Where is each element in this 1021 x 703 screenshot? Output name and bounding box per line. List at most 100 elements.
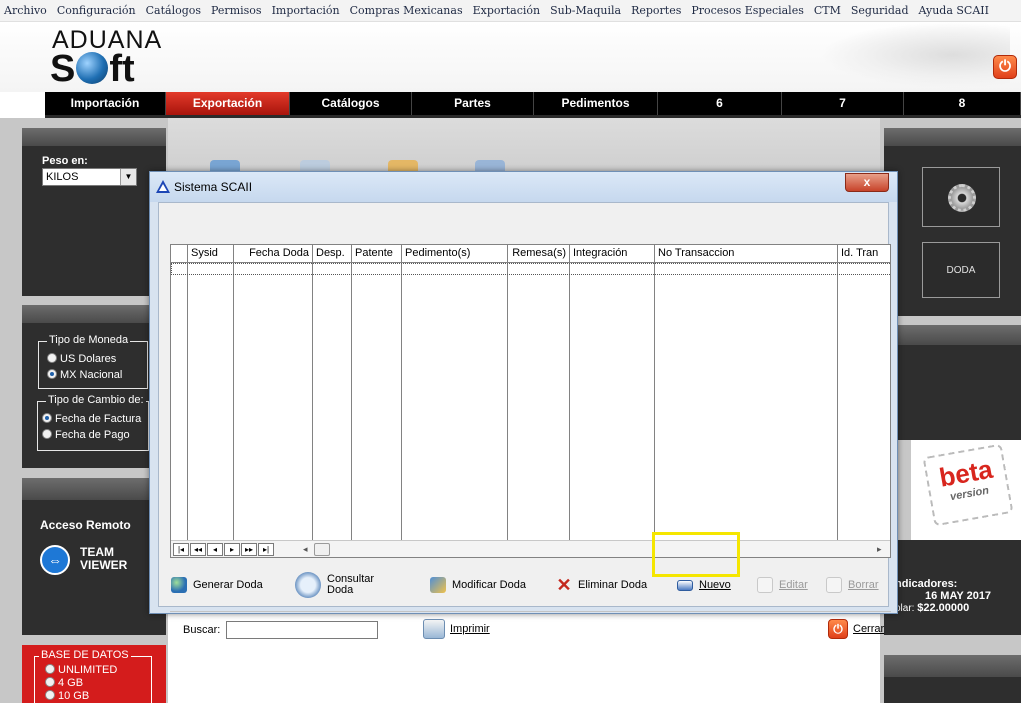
first-record-icon[interactable]: |◂ <box>173 543 189 556</box>
radio-selected-icon[interactable] <box>42 413 52 423</box>
radio-icon[interactable] <box>45 677 55 687</box>
col-integracion[interactable]: Integración <box>570 245 655 263</box>
eliminar-doda-button[interactable]: ✕ Eliminar Doda <box>556 568 647 602</box>
col-pedimentos[interactable]: Pedimento(s) <box>402 245 508 263</box>
col-id-tran[interactable]: Id. Tran <box>838 245 890 263</box>
right-block-4 <box>884 677 1021 703</box>
menu-ctm[interactable]: CTM <box>814 4 841 17</box>
menu-catalogos[interactable]: Catálogos <box>146 4 201 17</box>
modificar-doda-button[interactable]: Modificar Doda <box>430 568 526 602</box>
menu-exportacion[interactable]: Exportación <box>473 4 541 17</box>
radio-db-4gb[interactable]: 4 GB <box>45 677 83 689</box>
radio-icon[interactable] <box>45 664 55 674</box>
close-button[interactable]: x <box>845 173 889 192</box>
tab-partes[interactable]: Partes <box>412 92 534 115</box>
teamviewer-label[interactable]: TEAM VIEWER <box>80 546 127 572</box>
col-patente[interactable]: Patente <box>352 245 402 263</box>
grid-row-selected[interactable] <box>171 263 890 275</box>
borrar-button[interactable]: Borrar <box>826 568 879 602</box>
tab-8[interactable]: 8 <box>904 92 1021 115</box>
main-tabs: Importación Exportación Catálogos Partes… <box>45 92 1021 118</box>
globe-icon <box>76 51 109 84</box>
tab-catalogos[interactable]: Catálogos <box>290 92 412 115</box>
tab-importacion[interactable]: Importación <box>45 92 166 115</box>
left-strip-2 <box>22 305 166 323</box>
tab-pedimentos[interactable]: Pedimentos <box>534 92 658 115</box>
radio-icon[interactable] <box>42 429 52 439</box>
edit-document-icon <box>430 577 446 593</box>
menu-importacion[interactable]: Importación <box>272 4 340 17</box>
cerrar-button[interactable]: ⏻ Cerrar <box>828 619 884 639</box>
scroll-right-icon[interactable]: ▸ <box>877 544 882 555</box>
menu-archivo[interactable]: Archivo <box>4 4 47 17</box>
scroll-left-icon[interactable]: ◂ <box>303 544 308 555</box>
menu-ayuda[interactable]: Ayuda SCAII <box>918 4 988 17</box>
last-record-icon[interactable]: ▸| <box>258 543 274 556</box>
menu-bar: Archivo Configuración Catálogos Permisos… <box>0 0 1021 22</box>
dropdown-arrow-icon[interactable]: ▼ <box>120 169 136 185</box>
right-strip-2 <box>884 325 1021 345</box>
grid-body[interactable] <box>171 263 890 540</box>
grid-column <box>171 263 188 540</box>
menu-permisos[interactable]: Permisos <box>211 4 262 17</box>
radio-fecha-pago[interactable]: Fecha de Pago <box>42 429 130 441</box>
consultar-doda-button[interactable]: Consultar Doda <box>295 568 374 602</box>
moneda-group: Tipo de Moneda US Dolares MX Nacional <box>38 334 148 389</box>
tab-7[interactable]: 7 <box>782 92 904 115</box>
right-strip-1 <box>884 128 1021 146</box>
col-remesas[interactable]: Remesa(s) <box>508 245 570 263</box>
next-record-icon[interactable]: ▸ <box>224 543 240 556</box>
dialog-toolbar: Generar Doda Consultar Doda Modificar Dod… <box>170 568 891 602</box>
menu-seguridad[interactable]: Seguridad <box>851 4 909 17</box>
radio-db-unlimited[interactable]: UNLIMITED <box>45 664 117 676</box>
radio-icon[interactable] <box>45 690 55 700</box>
record-navigator: |◂ ◂◂ ◂ ▸ ▸▸ ▸| <box>173 543 275 556</box>
search-label: Buscar: <box>183 624 221 636</box>
beta-badge: beta version <box>922 443 1014 527</box>
radio-fecha-factura[interactable]: Fecha de Factura <box>42 413 141 425</box>
grid-column <box>655 263 838 540</box>
erase-icon <box>826 577 842 593</box>
app-header: ADUANA Sft ⏻ <box>0 22 1021 92</box>
radio-selected-icon[interactable] <box>47 369 57 379</box>
tab-6[interactable]: 6 <box>658 92 782 115</box>
radio-db-10gb[interactable]: 10 GB <box>45 690 89 702</box>
search-input[interactable] <box>226 621 378 639</box>
prev-record-icon[interactable]: ◂ <box>207 543 223 556</box>
col-sysid[interactable]: Sysid <box>188 245 234 263</box>
col-desp[interactable]: Desp. <box>313 245 352 263</box>
menu-procesos-especiales[interactable]: Procesos Especiales <box>691 4 804 17</box>
db-legend: BASE DE DATOS <box>39 649 131 661</box>
radio-us-dolares[interactable]: US Dolares <box>47 353 116 365</box>
radio-mx-nacional[interactable]: MX Nacional <box>47 369 122 381</box>
generar-doda-button[interactable]: Generar Doda <box>171 568 263 602</box>
menu-configuracion[interactable]: Configuración <box>57 4 136 17</box>
peso-select[interactable]: KILOS ▼ <box>42 168 137 186</box>
imprimir-button[interactable]: Imprimir <box>423 619 490 639</box>
col-no-transaccion[interactable]: No Transaccion <box>655 245 838 263</box>
menu-sub-maquila[interactable]: Sub-Maquila <box>550 4 621 17</box>
menu-reportes[interactable]: Reportes <box>631 4 681 17</box>
printer-icon <box>423 619 445 639</box>
prev-page-icon[interactable]: ◂◂ <box>190 543 206 556</box>
radio-icon[interactable] <box>47 353 57 363</box>
power-icon: ⏻ <box>828 619 848 639</box>
col-fecha-doda[interactable]: Fecha Doda <box>234 245 313 263</box>
dialog-titlebar[interactable]: Sistema SCAII x <box>150 172 897 202</box>
doda-button[interactable]: DODA <box>922 242 1000 298</box>
power-icon[interactable]: ⏻ <box>993 55 1017 79</box>
menu-compras-mexicanas[interactable]: Compras Mexicanas <box>350 4 463 17</box>
right-block-2 <box>884 345 1021 440</box>
tab-exportacion[interactable]: Exportación <box>166 92 290 115</box>
editar-button[interactable]: Editar <box>757 568 808 602</box>
horizontal-scroll-thumb[interactable] <box>314 543 330 556</box>
world-map-decoration <box>820 22 1010 88</box>
new-record-icon <box>677 579 693 591</box>
dialog-title: Sistema SCAII <box>174 180 253 194</box>
settings-button[interactable] <box>922 167 1000 227</box>
next-page-icon[interactable]: ▸▸ <box>241 543 257 556</box>
doda-grid[interactable]: Sysid Fecha Doda Desp. Patente Pedimento… <box>170 244 891 558</box>
logo-text-bottom: Sft <box>50 48 135 90</box>
teamviewer-icon[interactable]: ⇔ <box>40 545 70 575</box>
grid-navigator: |◂ ◂◂ ◂ ▸ ▸▸ ▸| ◂ ▸ <box>171 540 890 557</box>
